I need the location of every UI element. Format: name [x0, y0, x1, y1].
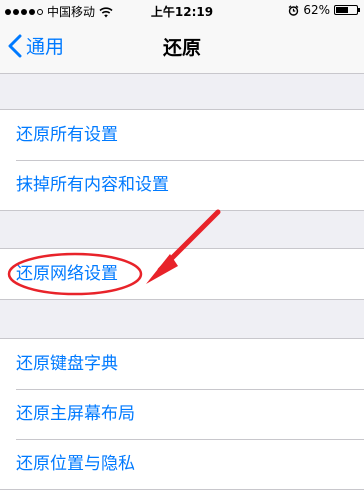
alarm-icon [288, 4, 299, 16]
status-bar: 中国移动 上午12:19 62% [0, 0, 364, 20]
reset-home-screen-layout-item[interactable]: 还原主屏幕布局 [0, 389, 364, 439]
reset-all-settings-item[interactable]: 还原所有设置 [0, 110, 364, 160]
reset-section-2: 还原网络设置 [0, 248, 364, 300]
battery-icon [334, 5, 360, 15]
erase-all-content-item[interactable]: 抹掉所有内容和设置 [0, 160, 364, 210]
page-title: 还原 [162, 37, 201, 59]
reset-section-3: 还原键盘字典 还原主屏幕布局 还原位置与隐私 [0, 338, 364, 490]
reset-section-1: 还原所有设置 抹掉所有内容和设置 [0, 109, 364, 211]
reset-location-privacy-item[interactable]: 还原位置与隐私 [0, 439, 364, 489]
reset-network-settings-item[interactable]: 还原网络设置 [0, 249, 364, 299]
reset-keyboard-dictionary-item[interactable]: 还原键盘字典 [0, 339, 364, 389]
navigation-bar: 通用 还原 [0, 20, 364, 74]
battery-percent: 62% [303, 3, 330, 17]
